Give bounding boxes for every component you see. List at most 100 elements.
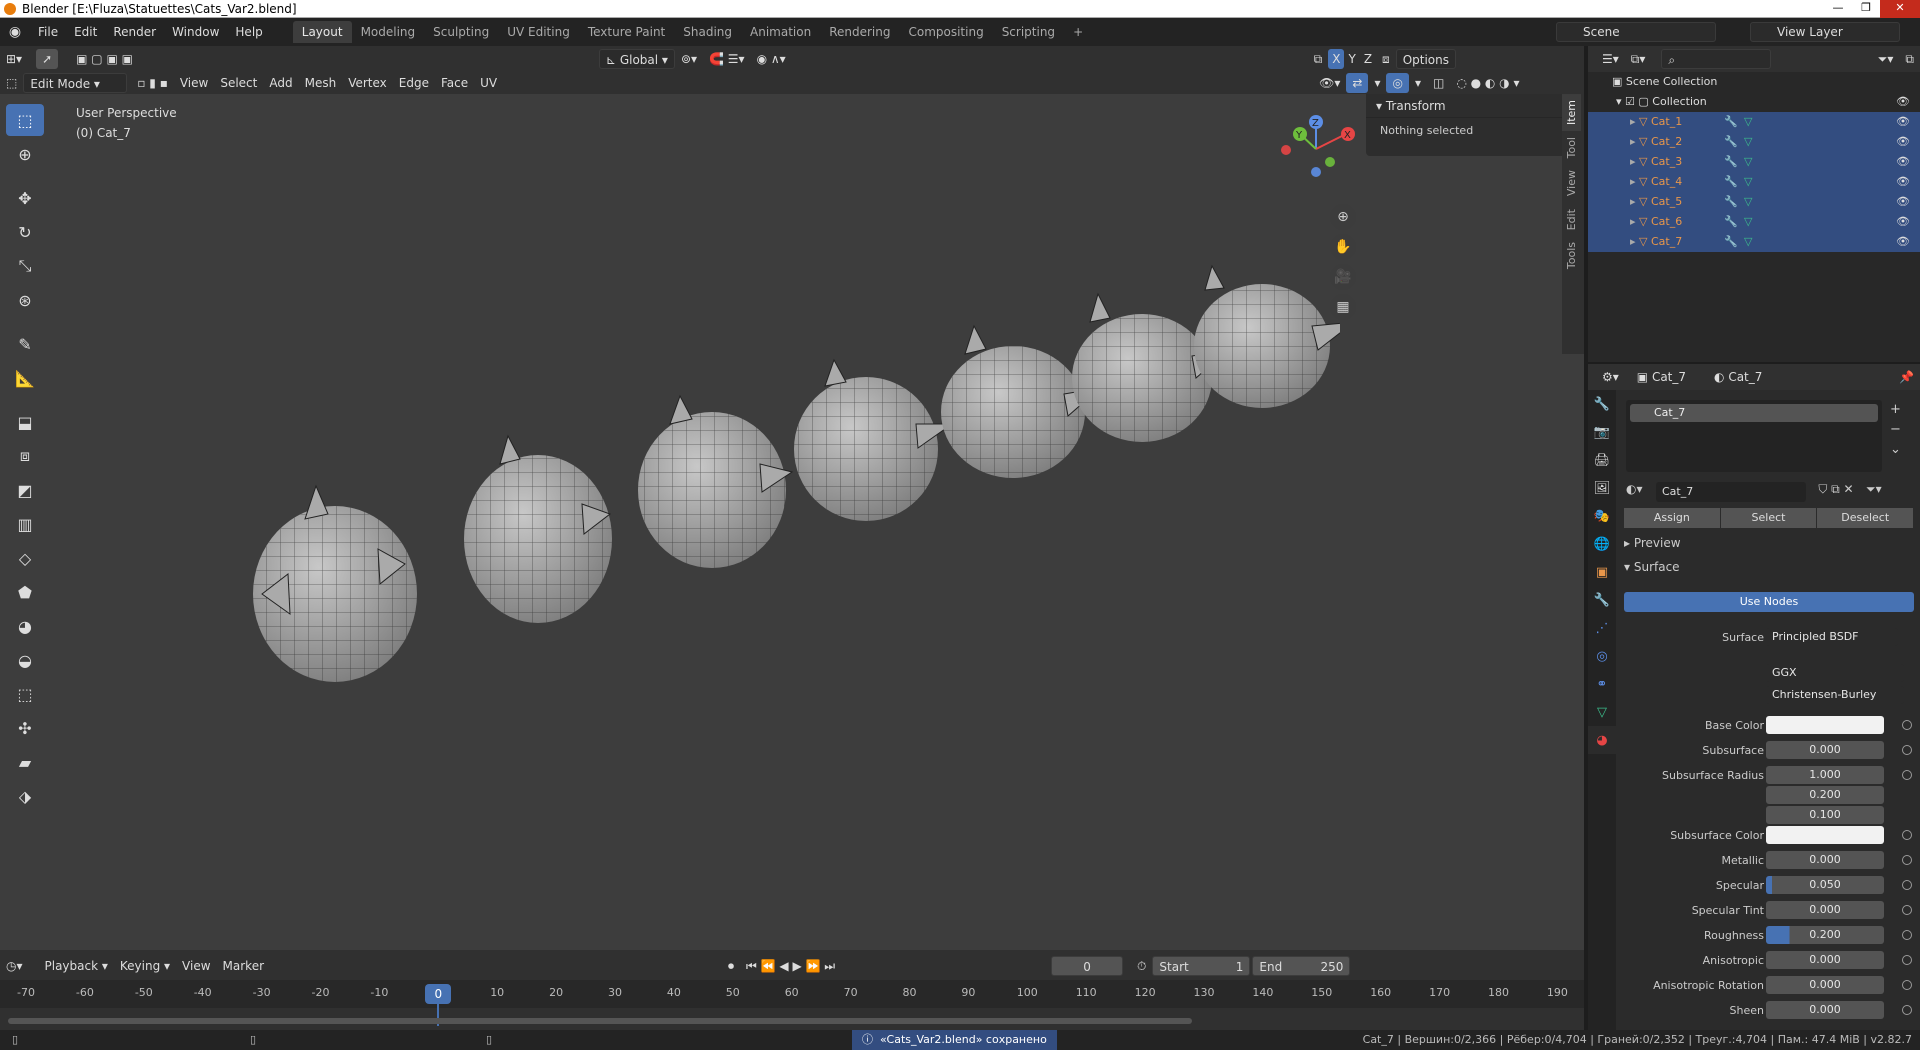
cat-mesh-4[interactable] [794,358,954,521]
pivot-icon[interactable]: ⊚▾ [675,49,703,69]
maximize-button[interactable]: ❐ [1852,0,1880,18]
property-field[interactable]: 0.000 [1766,741,1884,759]
timeline-scrollbar[interactable] [8,1018,1192,1024]
visibility-eye-icon[interactable]: 👁 [1896,192,1910,212]
filter-icon[interactable]: ⏷▾ [1872,49,1900,69]
fake-user-duplicate-unlink-icons[interactable]: ⛉ ⧉ ✕ [1806,482,1866,502]
expand-arrow-icon[interactable]: ▸ [1630,115,1636,128]
socket-link-icon[interactable] [1902,905,1912,915]
camera-view-icon[interactable]: 🎥 [1330,264,1356,290]
menu-edge[interactable]: Edge [393,73,435,93]
visibility-eye-icon[interactable]: 👁 [1896,172,1910,192]
frame-ruler[interactable]: -70 -60 -50 -40 -30 -20 -10 0 10 20 30 40 50 60 70 80 90… [0,980,1584,1026]
start-frame-field[interactable]: Start 1 [1152,956,1251,976]
menu-uv[interactable]: UV [474,73,503,93]
expand-arrow-icon[interactable]: ▸ [1630,155,1636,168]
outliner-object-row[interactable]: ▸ ▽ Cat_7 🔧 ▽ 👁 [1588,232,1920,252]
socket-link-icon[interactable] [1902,745,1912,755]
zoom-icon[interactable]: ⊕ [1330,204,1356,230]
proportional-edit-icon[interactable]: ◉ ∧▾ [751,49,792,69]
tab-uv-editing[interactable]: UV Editing [498,21,579,43]
socket-link-icon[interactable] [1902,930,1912,940]
menu-vertex[interactable]: Vertex [342,73,393,93]
preview-panel-header[interactable]: ▸ Preview [1624,536,1681,550]
cat-mesh-3[interactable] [638,394,794,568]
shear-tool-icon[interactable]: ▰ [6,746,44,778]
options-dropdown[interactable]: Options [1395,49,1456,69]
modifier-wrench-icon[interactable]: 🔧 [1724,152,1738,172]
select-mode-icons[interactable]: ▣ ▢ ▣ ▣ [70,49,139,69]
mesh-objects[interactable] [0,94,1340,694]
tab-edit[interactable]: Edit [1562,203,1581,236]
3d-viewport[interactable]: ⬚ ⊕ ✥ ↻ ⤡ ⊛ ✎ 📐 ⬓ ⧈ ◩ ▥ ◇ ⬟ ◕ ◒ ⬚ ✣ ▰ ⬗ … [0,94,1584,950]
socket-link-icon[interactable] [1902,720,1912,730]
property-field[interactable]: 0.200 [1766,926,1884,944]
rip-tool-icon[interactable]: ⬗ [6,780,44,812]
expand-arrow-icon[interactable]: ▸ [1630,195,1636,208]
tab-texture-paint[interactable]: Texture Paint [579,21,674,43]
xray-icon[interactable]: ◫ [1427,73,1450,93]
menu-file[interactable]: File [30,25,66,39]
add-slot-icon[interactable]: + [1890,400,1901,420]
outliner-object-row[interactable]: ▸ ▽ Cat_4 🔧 ▽ 👁 [1588,172,1920,192]
overlay-toggle-icon[interactable]: ◎ [1386,73,1409,93]
cat-mesh-2[interactable] [464,434,612,623]
scene-collection-row[interactable]: ▣ Scene Collection [1588,72,1920,92]
property-field[interactable] [1766,716,1884,734]
display-mode-icon[interactable]: ⧉▾ [1625,49,1652,69]
property-field[interactable]: 0.100 [1766,806,1884,824]
properties-editor-type-icon[interactable]: ⚙▾ [1596,367,1625,387]
tab-compositing[interactable]: Compositing [899,21,992,43]
subsurface-method-dropdown[interactable]: Christensen-Burley [1766,686,1904,704]
editor-type-icon[interactable]: ⊞▾ [0,49,28,69]
snap-icon[interactable]: 🧲 ☰▾ [703,49,751,69]
menu-view[interactable]: View [174,73,214,93]
mirror-y-toggle[interactable]: Y [1344,49,1359,69]
clock-icon[interactable]: ⏱ [1131,956,1152,976]
menu-keying[interactable]: Keying ▾ [114,956,176,976]
modifier-wrench-icon[interactable]: 🔧 [1724,212,1738,232]
timeline-editor-type-icon[interactable]: ◷▾ [0,956,29,976]
mesh-data-icon[interactable]: ▽ [1744,132,1752,152]
socket-link-icon[interactable] [1902,855,1912,865]
expand-arrow-icon[interactable]: ▸ [1630,175,1636,188]
outliner-search-input[interactable]: ⌕ [1661,49,1772,69]
mesh-data-icon[interactable]: ▽ [1744,192,1752,212]
mesh-data-icon[interactable]: ▽ [1744,232,1752,252]
cat-mesh-5[interactable] [941,324,1102,478]
modifier-wrench-icon[interactable]: 🔧 [1724,132,1738,152]
socket-link-icon[interactable] [1902,1005,1912,1015]
record-icon[interactable]: ⏺ [722,956,740,976]
playback-controls-icons[interactable]: ⏮ ⏪ ◀ ▶ ⏩ ⏭ [740,956,841,976]
modifier-wrench-icon[interactable]: 🔧 [1724,172,1738,192]
mesh-data-icon[interactable]: ▽ [1744,212,1752,232]
modifier-wrench-icon[interactable]: 🔧 [1724,192,1738,212]
distribution-dropdown[interactable]: GGX [1766,664,1904,682]
outliner-object-row[interactable]: ▸ ▽ Cat_2 🔧 ▽ 👁 [1588,132,1920,152]
transform-panel-header[interactable]: ▾ Transform [1366,94,1562,118]
output-tab-icon[interactable]: 🖨 [1588,446,1616,474]
auto-merge-icon[interactable]: ⧈ [1376,49,1396,69]
menu-select[interactable]: Select [214,73,263,93]
tab-scripting[interactable]: Scripting [993,21,1064,43]
visibility-eye-icon[interactable]: 👁 [1896,132,1910,152]
property-field[interactable]: 1.000 [1766,766,1884,784]
cat-mesh-1[interactable] [253,484,417,682]
tab-modeling[interactable]: Modeling [352,21,425,43]
visibility-eye-icon[interactable]: 👁 [1896,92,1910,112]
material-name-field[interactable]: Cat_7 [1656,482,1806,502]
visibility-eye-icon[interactable]: 👁 [1896,152,1910,172]
outliner-object-row[interactable]: ▸ ▽ Cat_3 🔧 ▽ 👁 [1588,152,1920,172]
select-button[interactable]: Select [1720,508,1817,528]
expand-arrow-icon[interactable]: ▸ [1630,215,1636,228]
material-browse-icon[interactable]: ◐▾ [1626,482,1656,502]
constraints-tab-icon[interactable]: ⚭ [1588,670,1616,698]
deselect-button[interactable]: Deselect [1817,508,1914,528]
material-slot-item[interactable]: Cat_7 [1630,404,1878,422]
surface-shader-field[interactable]: Principled BSDF [1766,628,1898,646]
add-workspace-icon[interactable]: + [1064,21,1092,43]
socket-link-icon[interactable] [1902,955,1912,965]
visibility-eye-icon[interactable]: 👁 [1896,212,1910,232]
slot-menu-icon[interactable]: ⌄ [1890,440,1901,460]
shading-modes-icons[interactable]: ◌ ● ◐ ◑ ▾ [1450,73,1525,93]
